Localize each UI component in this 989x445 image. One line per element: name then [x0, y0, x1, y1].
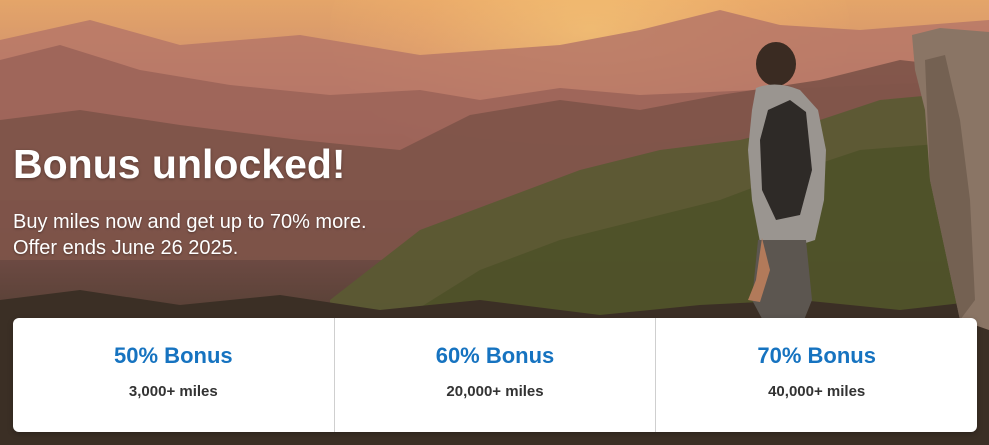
bonus-offer-miles: 3,000+ miles — [128, 383, 218, 400]
bonus-offer-card-70[interactable]: 70% Bonus 40,000+ miles — [656, 318, 977, 432]
bonus-offer-miles: 40,000+ miles — [768, 383, 866, 400]
bonus-offer-title: 50% Bonus — [114, 343, 233, 368]
bonus-offer-miles: 20,000+ miles — [446, 383, 544, 400]
bonus-offer-cards: 50% Bonus 3,000+ miles 60% Bonus 20,000+… — [13, 318, 977, 432]
bonus-offer-title: 60% Bonus — [435, 343, 555, 368]
bonus-offer-card-50[interactable]: 50% Bonus 3,000+ miles — [13, 318, 335, 432]
hero-headline: Bonus unlocked! — [13, 141, 346, 187]
bonus-offer-title: 70% Bonus — [757, 343, 876, 368]
hero-banner: Bonus unlocked! Buy miles now and get up… — [0, 0, 989, 445]
bonus-offer-card-60[interactable]: 60% Bonus 20,000+ miles — [335, 318, 657, 432]
hero-subtext-line-1: Buy miles now and get up to 70% more. — [13, 211, 367, 233]
hero-subtext: Buy miles now and get up to 70% more. Of… — [13, 209, 367, 261]
hero-subtext-line-2: Offer ends June 26 2025. — [13, 237, 239, 259]
